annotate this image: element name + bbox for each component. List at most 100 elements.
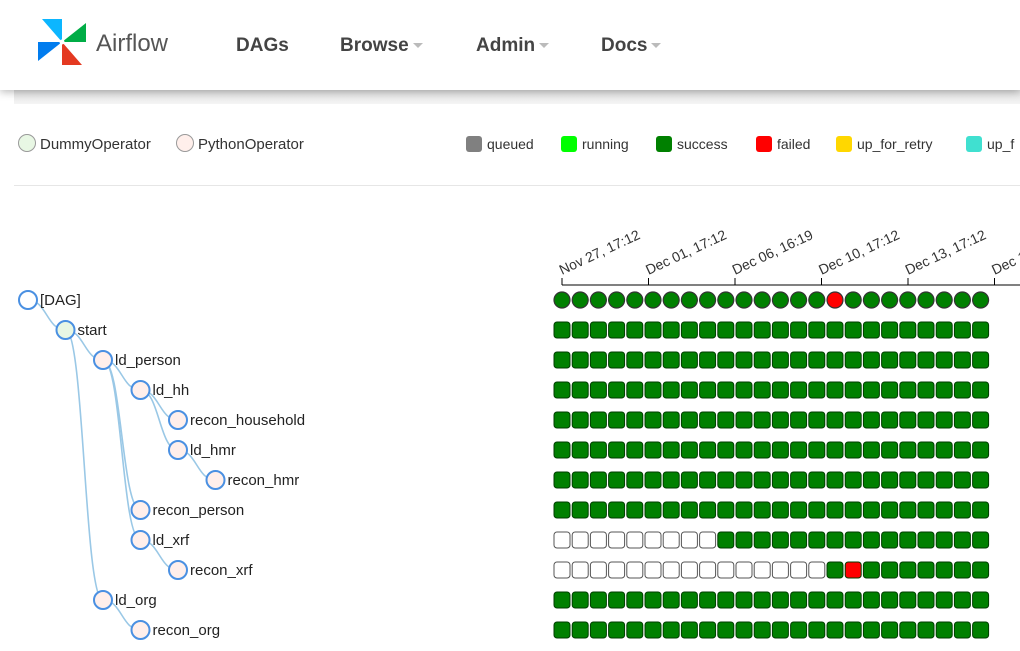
task-instance-square[interactable] — [699, 591, 717, 609]
dag-run-circle[interactable] — [662, 291, 680, 309]
task-instance-square[interactable] — [844, 321, 862, 339]
task-instance-square[interactable] — [808, 621, 826, 639]
task-instance-square[interactable] — [735, 441, 753, 459]
task-node-label[interactable]: ld_xrf — [153, 532, 191, 549]
task-node-circle[interactable] — [205, 470, 226, 490]
task-instance-square[interactable] — [953, 471, 971, 489]
task-instance-square[interactable] — [644, 621, 662, 639]
task-node-circle[interactable] — [130, 380, 151, 400]
task-node-label[interactable]: [DAG] — [40, 292, 81, 309]
task-instance-square[interactable] — [881, 381, 899, 399]
task-instance-square[interactable] — [862, 411, 880, 429]
task-instance-square[interactable] — [717, 561, 735, 579]
task-instance-square[interactable] — [972, 531, 990, 549]
task-instance-square[interactable] — [790, 441, 808, 459]
task-node[interactable]: recon_person — [130, 500, 245, 520]
task-instance-square[interactable] — [553, 441, 571, 459]
task-instance-square[interactable] — [680, 501, 698, 519]
task-instance-square[interactable] — [608, 501, 626, 519]
task-instance-square[interactable] — [790, 381, 808, 399]
task-instance-square[interactable] — [553, 411, 571, 429]
task-instance-square[interactable] — [699, 621, 717, 639]
task-node[interactable]: ld_hh — [130, 380, 190, 400]
task-instance-square[interactable] — [862, 441, 880, 459]
task-instance-square[interactable] — [917, 471, 935, 489]
dag-run-circle[interactable] — [899, 291, 917, 309]
task-instance-square[interactable] — [862, 591, 880, 609]
dag-run-circle[interactable] — [862, 291, 881, 309]
task-node-label[interactable]: recon_org — [153, 622, 221, 639]
task-instance-square[interactable] — [862, 501, 880, 519]
dag-run-circle[interactable] — [735, 291, 753, 309]
task-instance-square[interactable] — [881, 621, 899, 639]
task-instance-square[interactable] — [644, 351, 662, 369]
task-instance-square[interactable] — [717, 321, 735, 339]
task-instance-square[interactable] — [790, 501, 808, 519]
task-instance-square[interactable] — [735, 411, 753, 429]
task-instance-square[interactable] — [917, 501, 935, 519]
task-node[interactable]: ld_person — [93, 350, 181, 370]
task-instance-square[interactable] — [553, 471, 571, 489]
task-node-circle[interactable] — [55, 320, 76, 340]
task-instance-square[interactable] — [808, 441, 826, 459]
task-instance-square[interactable] — [881, 531, 899, 549]
task-instance-square[interactable] — [753, 411, 771, 429]
task-instance-square[interactable] — [899, 561, 917, 579]
task-instance-square[interactable] — [935, 561, 953, 579]
task-instance-square[interactable] — [953, 531, 971, 549]
task-instance-square[interactable] — [771, 411, 789, 429]
task-instance-square[interactable] — [589, 561, 607, 579]
task-instance-square[interactable] — [680, 561, 698, 579]
task-instance-square[interactable] — [717, 591, 735, 609]
task-instance-square[interactable] — [862, 531, 880, 549]
dag-run-circle[interactable] — [607, 291, 626, 309]
task-instance-square[interactable] — [662, 351, 680, 369]
dag-run-circle[interactable] — [717, 291, 735, 309]
task-instance-square[interactable] — [644, 441, 662, 459]
task-instance-square[interactable] — [717, 441, 735, 459]
task-instance-square[interactable] — [862, 471, 880, 489]
dag-run-circle[interactable] — [935, 291, 953, 309]
task-instance-square[interactable] — [608, 441, 626, 459]
task-instance-square[interactable] — [662, 321, 680, 339]
task-instance-square[interactable] — [844, 591, 862, 609]
task-node-circle[interactable] — [168, 560, 188, 580]
task-instance-square[interactable] — [935, 411, 953, 429]
dag-run-circle[interactable] — [626, 291, 644, 309]
task-instance-square[interactable] — [790, 561, 808, 579]
airflow-logo-icon[interactable] — [34, 15, 90, 69]
task-instance-square[interactable] — [626, 501, 644, 519]
task-instance-square[interactable] — [717, 411, 735, 429]
dag-run-circle[interactable] — [844, 291, 862, 309]
task-instance-square[interactable] — [680, 321, 698, 339]
task-instance-square[interactable] — [972, 381, 990, 399]
task-instance-square[interactable] — [826, 501, 844, 519]
task-instance-square[interactable] — [571, 351, 589, 369]
task-instance-square[interactable] — [953, 561, 971, 579]
task-instance-square[interactable] — [862, 621, 880, 639]
dag-run-circle[interactable] — [644, 291, 662, 309]
task-instance-square[interactable] — [808, 381, 826, 399]
task-instance-square[interactable] — [808, 591, 826, 609]
task-instance-square[interactable] — [862, 321, 880, 339]
task-node-circle[interactable] — [168, 410, 188, 430]
task-instance-square[interactable] — [771, 441, 789, 459]
task-instance-square[interactable] — [662, 621, 680, 639]
task-node-label[interactable]: recon_hmr — [228, 472, 300, 489]
dag-run-circle[interactable] — [789, 291, 808, 309]
task-instance-square[interactable] — [844, 381, 862, 399]
task-instance-square[interactable] — [699, 411, 717, 429]
task-instance-square[interactable] — [753, 591, 771, 609]
task-instance-square[interactable] — [826, 351, 844, 369]
task-instance-square[interactable] — [953, 441, 971, 459]
task-instance-square[interactable] — [571, 471, 589, 489]
task-instance-square[interactable] — [881, 561, 899, 579]
task-instance-square[interactable] — [735, 381, 753, 399]
task-instance-square[interactable] — [808, 531, 826, 549]
dag-run-circle[interactable] — [917, 291, 935, 309]
task-instance-square[interactable] — [753, 321, 771, 339]
task-instance-square[interactable] — [881, 321, 899, 339]
task-instance-square[interactable] — [917, 351, 935, 369]
task-instance-square[interactable] — [699, 561, 717, 579]
task-node[interactable]: recon_org — [130, 620, 221, 640]
